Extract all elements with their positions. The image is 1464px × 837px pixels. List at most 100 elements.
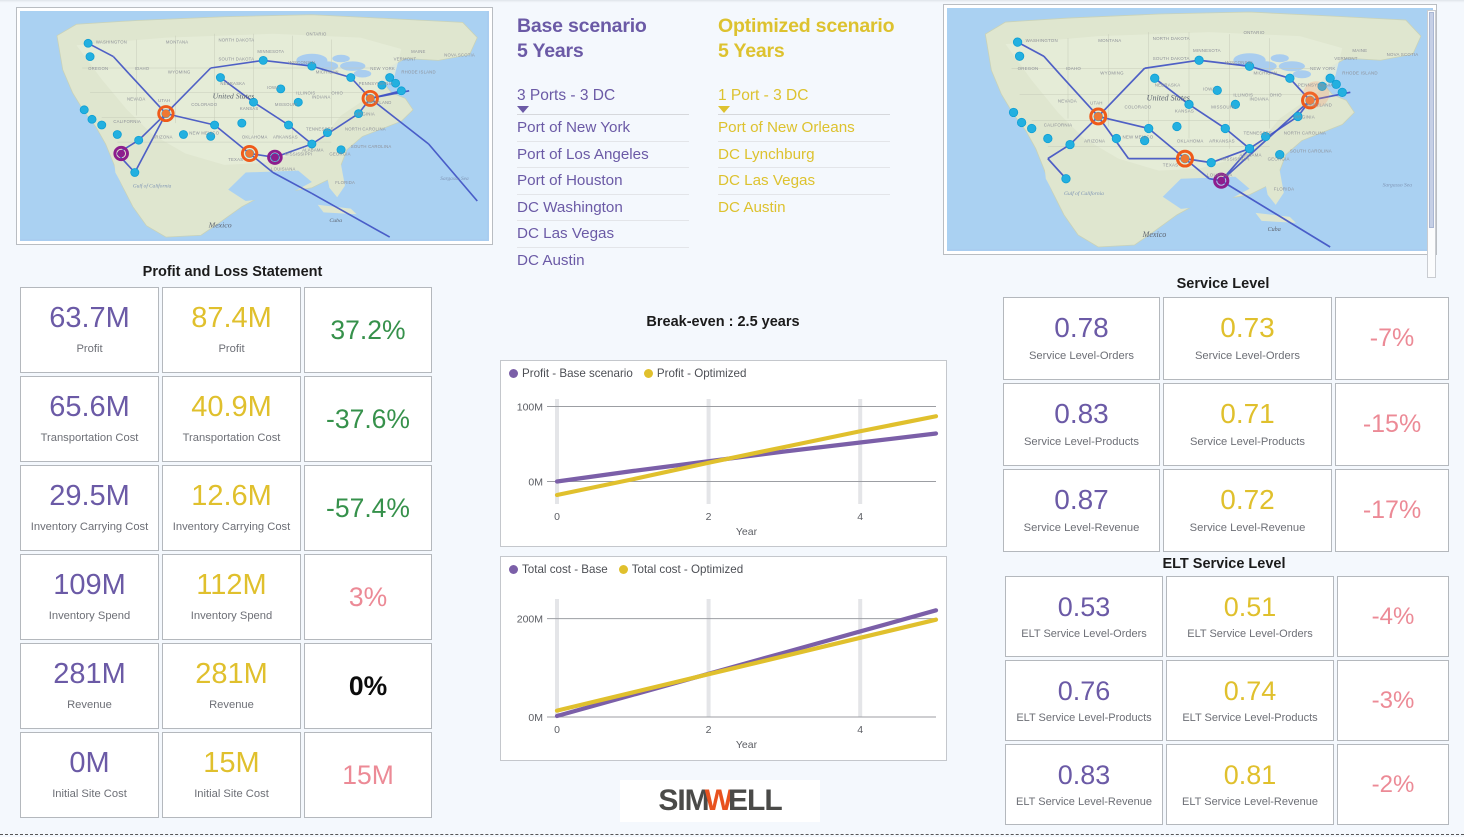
- service-level-base-cell[interactable]: 0.78 Service Level-Orders: [1003, 297, 1160, 380]
- x-axis-tick-label: 2: [706, 724, 712, 736]
- x-axis-tick-label: 0: [554, 511, 560, 523]
- list-item[interactable]: DC Las Vegas: [517, 221, 689, 248]
- kpi-label: ELT Service Level-Products: [1182, 711, 1318, 724]
- list-item[interactable]: DC Austin: [718, 195, 890, 221]
- list-item[interactable]: DC Las Vegas: [718, 168, 890, 195]
- pnl-delta-cell[interactable]: 15M: [304, 732, 432, 818]
- break-even-title: Break-even : 2.5 years: [646, 314, 800, 330]
- list-item[interactable]: Port of Los Angeles: [517, 142, 689, 168]
- list-item[interactable]: DC Washington: [517, 195, 689, 221]
- pnl-delta-cell[interactable]: -57.4%: [304, 465, 432, 551]
- elt-service-level-optimized-cell[interactable]: 0.74 ELT Service Level-Products: [1166, 660, 1334, 741]
- pnl-optimized-cell[interactable]: 87.4M Profit: [162, 287, 301, 373]
- pnl-delta-cell[interactable]: 37.2%: [304, 287, 432, 373]
- base-scenario-title-line2: 5 Years: [517, 40, 584, 62]
- kpi-value: 0M: [69, 747, 110, 780]
- kpi-value: 109M: [53, 569, 126, 602]
- pnl-base-cell[interactable]: 63.7M Profit: [20, 287, 159, 373]
- map-graphic: WASHINGTON OREGON IDAHO MONTANA WYOMING NORTH…: [20, 11, 487, 239]
- svg-text:TENNESSEE: TENNESSEE: [306, 127, 334, 132]
- elt-service-level-base-cell[interactable]: 0.83 ELT Service Level-Revenue: [1005, 744, 1163, 825]
- pnl-optimized-cell[interactable]: 40.9M Transportation Cost: [162, 376, 301, 462]
- pnl-delta-cell[interactable]: -37.6%: [304, 376, 432, 462]
- elt-service-level-delta-cell[interactable]: -3%: [1337, 660, 1449, 741]
- x-axis-tick-label: 4: [857, 511, 863, 523]
- service-level-base-cell[interactable]: 0.83 Service Level-Products: [1003, 383, 1160, 466]
- svg-text:TEXAS: TEXAS: [228, 157, 243, 162]
- kpi-delta-value: -37.6%: [326, 403, 410, 434]
- legend-item[interactable]: Profit - Optimized: [643, 367, 746, 380]
- dropdown-underline: [718, 114, 890, 115]
- legend-item[interactable]: Profit - Base scenario: [509, 367, 633, 380]
- kpi-label: ELT Service Level-Orders: [1187, 627, 1313, 640]
- scenario-panel-scrollbar[interactable]: [1427, 10, 1436, 278]
- service-level-optimized-cell[interactable]: 0.71 Service Level-Products: [1163, 383, 1332, 466]
- elt-service-level-base-cell[interactable]: 0.53 ELT Service Level-Orders: [1005, 576, 1163, 657]
- svg-text:ARKANSAS: ARKANSAS: [273, 134, 298, 139]
- service-level-base-cell[interactable]: 0.87 Service Level-Revenue: [1003, 469, 1160, 552]
- svg-text:ALABAMA: ALABAMA: [302, 148, 324, 153]
- legend-swatch-icon: [643, 369, 653, 378]
- list-item[interactable]: Port of New Orleans: [718, 115, 890, 142]
- pnl-base-cell[interactable]: 109M Inventory Spend: [20, 554, 159, 640]
- chevron-down-icon[interactable]: [718, 106, 730, 113]
- kpi-value: 0.74: [1223, 675, 1277, 706]
- elt-service-level-delta-cell[interactable]: -2%: [1337, 744, 1449, 825]
- kpi-label: Revenue: [67, 699, 112, 712]
- kpi-label: ELT Service Level-Products: [1016, 711, 1152, 724]
- elt-service-level-optimized-cell[interactable]: 0.81 ELT Service Level-Revenue: [1166, 744, 1334, 825]
- map-canvas-left[interactable]: WASHINGTON OREGON IDAHO MONTANA WYOMING NORTH…: [20, 11, 489, 241]
- svg-text:NEW MEXICO: NEW MEXICO: [189, 131, 219, 136]
- svg-text:OHIO: OHIO: [331, 91, 343, 96]
- pnl-optimized-cell[interactable]: 12.6M Inventory Carrying Cost: [162, 465, 301, 551]
- chart-legend: Total cost - Base Total cost - Optimized: [509, 563, 743, 576]
- svg-text:OREGON: OREGON: [88, 66, 108, 71]
- pnl-delta-cell[interactable]: 0%: [304, 643, 432, 729]
- pnl-base-cell[interactable]: 65.6M Transportation Cost: [20, 376, 159, 462]
- pnl-optimized-cell[interactable]: 281M Revenue: [162, 643, 301, 729]
- pnl-base-cell[interactable]: 0M Initial Site Cost: [20, 732, 159, 818]
- chevron-down-icon[interactable]: [517, 106, 529, 113]
- service-level-optimized-cell[interactable]: 0.73 Service Level-Orders: [1163, 297, 1332, 380]
- kpi-value: 0.78: [1054, 312, 1109, 344]
- list-item[interactable]: DC Lynchburg: [718, 142, 890, 168]
- pnl-optimized-cell[interactable]: 15M Initial Site Cost: [162, 732, 301, 818]
- optimized-scenario-dropdown[interactable]: 1 Port - 3 DC: [718, 86, 890, 115]
- svg-text:LOUISIANA: LOUISIANA: [271, 167, 296, 172]
- service-level-delta-cell[interactable]: -15%: [1335, 383, 1449, 466]
- x-axis-tick-label: 4: [857, 724, 863, 736]
- pnl-base-cell[interactable]: 281M Revenue: [20, 643, 159, 729]
- base-scenario-map[interactable]: WASHINGTON OREGON IDAHO MONTANA WYOMING NORTH…: [16, 7, 493, 245]
- total-cost-comparison-chart[interactable]: Total cost - Base Total cost - Optimized…: [500, 556, 947, 761]
- list-item[interactable]: DC Austin: [517, 248, 689, 274]
- pnl-optimized-cell[interactable]: 112M Inventory Spend: [162, 554, 301, 640]
- kpi-label: Service Level-Orders: [1194, 350, 1301, 363]
- service-level-delta-cell[interactable]: -7%: [1335, 297, 1449, 380]
- kpi-delta-value: -2%: [1371, 770, 1415, 798]
- base-scenario-title: Base scenario 5 Years: [517, 14, 689, 64]
- legend-item[interactable]: Total cost - Base: [509, 563, 608, 576]
- svg-text:Mexico: Mexico: [208, 221, 232, 230]
- profit-comparison-chart[interactable]: Profit - Base scenario Profit - Optimize…: [500, 360, 947, 547]
- kpi-value: 0.51: [1223, 591, 1277, 622]
- chart-legend: Profit - Base scenario Profit - Optimize…: [509, 367, 746, 380]
- pnl-base-cell[interactable]: 29.5M Inventory Carrying Cost: [20, 465, 159, 551]
- legend-item[interactable]: Total cost - Optimized: [618, 563, 743, 576]
- scrollbar-thumb[interactable]: [1429, 12, 1434, 228]
- pnl-delta-cell[interactable]: 3%: [304, 554, 432, 640]
- svg-text:IOWA: IOWA: [267, 85, 279, 90]
- kpi-label: ELT Service Level-Revenue: [1016, 795, 1152, 808]
- elt-service-level-optimized-cell[interactable]: 0.51 ELT Service Level-Orders: [1166, 576, 1334, 657]
- svg-text:NEVADA: NEVADA: [127, 96, 145, 101]
- kpi-value: 112M: [196, 569, 267, 602]
- base-scenario-dropdown[interactable]: 3 Ports - 3 DC: [517, 86, 689, 115]
- service-level-delta-cell[interactable]: -17%: [1335, 469, 1449, 552]
- service-level-optimized-cell[interactable]: 0.72 Service Level-Revenue: [1163, 469, 1332, 552]
- legend-swatch-icon: [509, 565, 518, 574]
- kpi-delta-value: -15%: [1362, 410, 1422, 438]
- list-item[interactable]: Port of New York: [517, 115, 689, 142]
- svg-text:KANSAS: KANSAS: [240, 106, 258, 111]
- elt-service-level-base-cell[interactable]: 0.76 ELT Service Level-Products: [1005, 660, 1163, 741]
- elt-service-level-delta-cell[interactable]: -4%: [1337, 576, 1449, 657]
- list-item[interactable]: Port of Houston: [517, 168, 689, 195]
